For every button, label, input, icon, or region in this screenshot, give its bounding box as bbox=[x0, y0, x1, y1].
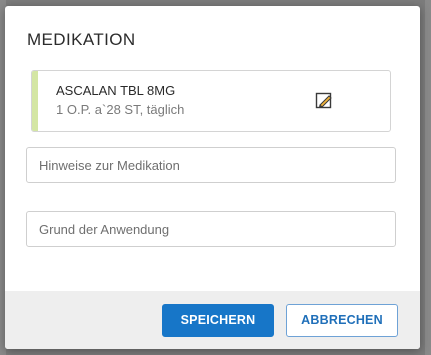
cancel-button[interactable]: ABBRECHEN bbox=[286, 304, 398, 337]
medication-hint-input[interactable] bbox=[26, 147, 396, 183]
edit-pencil-icon[interactable] bbox=[315, 92, 333, 110]
backdrop-right bbox=[425, 0, 431, 355]
medication-dosage: 1 O.P. a`28 ST, täglich bbox=[56, 102, 185, 117]
medication-name: ASCALAN TBL 8MG bbox=[56, 83, 176, 98]
medication-accent-bar bbox=[32, 71, 38, 131]
medication-dialog: MEDIKATION ASCALAN TBL 8MG 1 O.P. a`28 S… bbox=[5, 6, 420, 349]
save-button[interactable]: SPEICHERN bbox=[162, 304, 274, 337]
medication-card: ASCALAN TBL 8MG 1 O.P. a`28 ST, täglich bbox=[31, 70, 391, 132]
dialog-title: MEDIKATION bbox=[27, 30, 136, 49]
dialog-footer: SPEICHERN ABBRECHEN bbox=[5, 291, 420, 349]
reason-of-use-input[interactable] bbox=[26, 211, 396, 247]
